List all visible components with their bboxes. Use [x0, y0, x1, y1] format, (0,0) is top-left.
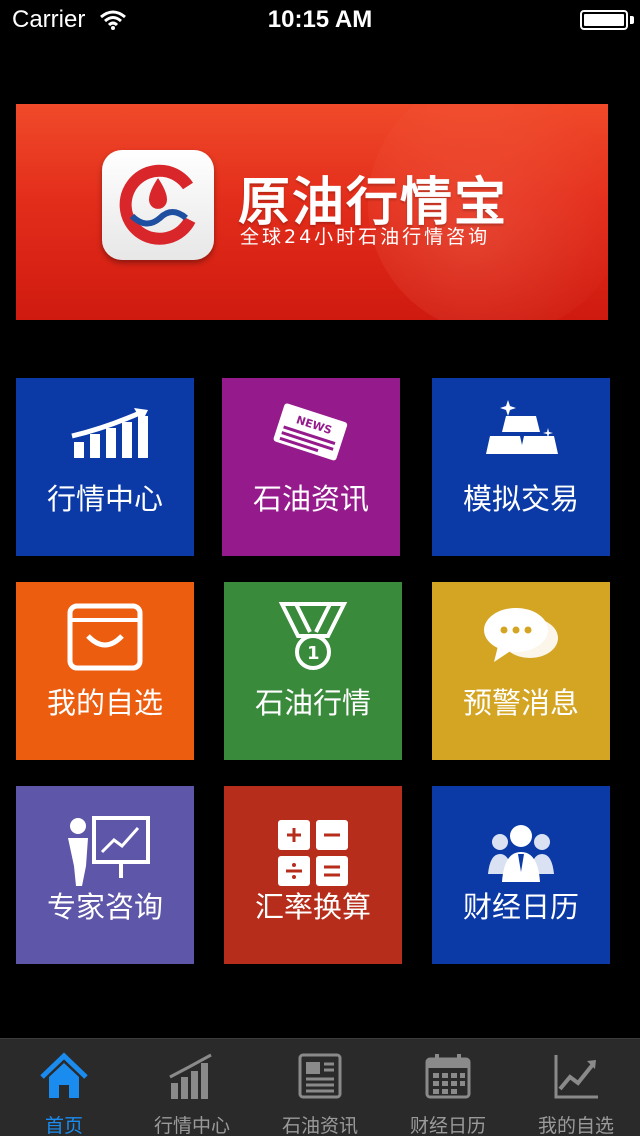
app-banner[interactable]: 原油行情宝 全球24小时石油行情咨询 [16, 104, 608, 320]
people-icon [488, 825, 554, 882]
chat-bubbles-icon [484, 608, 558, 662]
news-icon [298, 1053, 342, 1099]
tile-label: 专家咨询 [46, 890, 163, 924]
calendar-icon [425, 1054, 471, 1099]
tile-oil-news[interactable]: NEWS 石油资讯 [222, 378, 400, 556]
app-logo [102, 150, 214, 260]
basket-icon [67, 603, 143, 671]
tab-label: 石油资讯 [281, 1115, 358, 1136]
tile-label: 石油行情 [254, 686, 371, 720]
presenter-icon [68, 816, 150, 886]
tile-label: 石油资讯 [252, 482, 369, 516]
tab-my-watchlist[interactable]: 我的自选 [512, 1039, 640, 1136]
home-icon [40, 1052, 88, 1098]
tile-financial-calendar[interactable]: 财经日历 [432, 786, 610, 964]
tile-simulated-trading[interactable]: 模拟交易 [432, 378, 610, 556]
oil-drop-logo-icon [119, 164, 196, 245]
newspaper-icon: NEWS [273, 403, 348, 461]
tab-label: 首页 [44, 1115, 83, 1136]
tab-financial-calendar[interactable]: 财经日历 [384, 1039, 512, 1136]
gold-bars-icon [486, 400, 558, 454]
tile-label: 行情中心 [46, 482, 163, 516]
tile-label: 财经日历 [462, 890, 579, 924]
chart-up-icon [71, 408, 148, 458]
clock: 10:15 AM [267, 6, 373, 33]
tile-market-center[interactable]: 行情中心 [16, 378, 194, 556]
tile-my-watchlist[interactable]: 我的自选 [16, 582, 194, 760]
status-bar: Carrier 10:15 AM [0, 0, 640, 40]
medal-icon: 1 [278, 602, 348, 670]
calculator-icon [278, 820, 348, 886]
tab-label: 财经日历 [409, 1115, 486, 1136]
battery-tip [630, 16, 634, 24]
line-chart-icon [554, 1055, 598, 1099]
tab-label: 我的自选 [537, 1115, 614, 1136]
svg-text:1: 1 [307, 643, 320, 664]
battery-icon [580, 10, 628, 30]
tile-expert-consultation[interactable]: 专家咨询 [16, 786, 194, 964]
tile-label: 模拟交易 [462, 482, 579, 516]
tab-bar: 首页 行情中心 石油资讯 财经日历 我的自选 [0, 1038, 640, 1136]
tile-alert-messages[interactable]: 预警消息 [432, 582, 610, 760]
tile-currency-converter[interactable]: 汇率换算 [224, 786, 402, 964]
tab-oil-news[interactable]: 石油资讯 [256, 1039, 384, 1136]
tile-label: 我的自选 [46, 686, 163, 720]
tile-label: 汇率换算 [254, 890, 371, 924]
tab-label: 行情中心 [153, 1115, 230, 1136]
tab-home[interactable]: 首页 [0, 1039, 128, 1136]
bar-chart-icon [169, 1053, 212, 1099]
banner-subtitle: 全球24小时石油行情咨询 [240, 226, 491, 248]
tab-market-center[interactable]: 行情中心 [128, 1039, 256, 1136]
tile-oil-market[interactable]: 1 石油行情 [224, 582, 402, 760]
tile-label: 预警消息 [462, 686, 579, 720]
